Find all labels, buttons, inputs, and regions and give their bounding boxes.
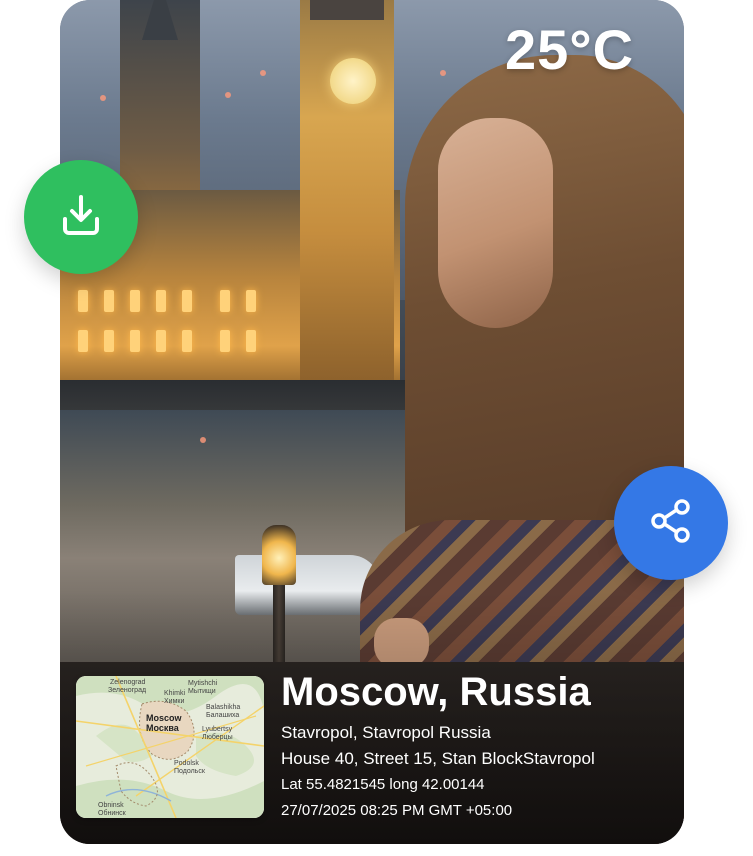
- city-title: Moscow, Russia: [281, 670, 591, 714]
- map-label-mytishchi: Mytishchi: [188, 680, 218, 687]
- coordinates-text: Lat 55.4821545 long 42.00144: [281, 776, 485, 793]
- map-label-obninsk: Obninsk: [98, 802, 124, 809]
- address-text: House 40, Street 15, Stan BlockStavropol: [281, 749, 595, 768]
- share-icon: [645, 495, 697, 552]
- map-label-podolsk-ru: Подольск: [174, 768, 205, 775]
- map-label-khimki-ru: Химки: [164, 698, 185, 705]
- location-info: Moscow, Russia Stavropol, Stavropol Russ…: [281, 668, 595, 824]
- map-label-khimki: Khimki: [164, 690, 186, 697]
- map-label-balashikha-ru: Балашиха: [206, 712, 240, 719]
- map-label-moscow: Moscow: [146, 713, 182, 723]
- datetime-text: 27/07/2025 08:25 PM GMT +05:00: [281, 802, 513, 819]
- temperature-label: 25°C: [505, 18, 635, 81]
- map-label-lyubertsy: Lyubertsy: [202, 726, 233, 733]
- download-icon: [55, 189, 107, 246]
- region-text: Stavropol, Stavropol Russia: [281, 723, 491, 742]
- map-label-mytishchi-ru: Мытищи: [188, 688, 216, 695]
- map-label-podolsk: Podolsk: [174, 760, 199, 767]
- download-button[interactable]: [24, 160, 138, 274]
- map-label-zelenograd-ru: Зеленоград: [108, 687, 147, 694]
- map-label-obninsk-ru: Обнинск: [98, 810, 126, 817]
- map-label-balashikha: Balashikha: [206, 704, 241, 711]
- map-label-lyubertsy-ru: Люберцы: [202, 734, 233, 741]
- share-button[interactable]: [614, 466, 728, 580]
- map-label-moscow-ru: Москва: [146, 723, 179, 733]
- map-label-zelenograd: Zelenograd: [110, 679, 146, 686]
- map-thumbnail[interactable]: Zelenograd Зеленоград Mytishchi Мытищи K…: [76, 676, 264, 818]
